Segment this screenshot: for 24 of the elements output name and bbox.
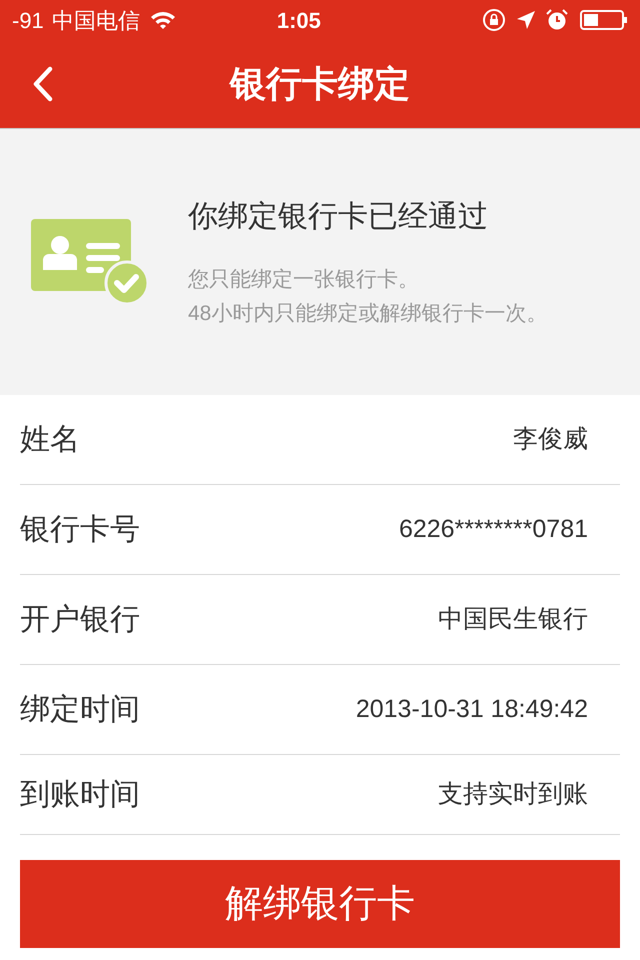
signal-strength: -91 [12, 6, 44, 34]
rotation-lock-icon [482, 8, 506, 32]
field-label: 绑定时间 [20, 692, 140, 728]
field-label: 银行卡号 [20, 512, 140, 548]
unbind-card-button[interactable]: 解绑银行卡 [20, 860, 620, 948]
wifi-icon [150, 10, 176, 30]
page-title: 银行卡绑定 [230, 62, 410, 106]
field-label: 到账时间 [20, 777, 140, 813]
carrier-name: 中国电信 [52, 6, 140, 34]
field-value: 支持实时到账 [438, 778, 588, 810]
field-label: 姓名 [20, 422, 80, 458]
clock-time: 1:05 [276, 6, 321, 34]
notice-text: 您只能绑定一张银行卡。 [188, 266, 420, 292]
notice-text: 48小时内只能绑定或解绑银行卡一次。 [188, 300, 548, 326]
back-chevron-icon [32, 66, 54, 102]
location-arrow-icon [516, 10, 536, 30]
field-value: 中国民生银行 [438, 604, 588, 635]
field-label: 开户银行 [20, 602, 140, 638]
alarm-clock-icon [546, 9, 568, 31]
field-value: 李俊威 [513, 424, 588, 455]
battery-icon [580, 10, 628, 30]
field-value: 2013-10-31 18:49:42 [356, 694, 588, 725]
notice-title: 你绑定银行卡已经通过 [188, 198, 489, 234]
field-value: 6226********0781 [398, 514, 588, 545]
